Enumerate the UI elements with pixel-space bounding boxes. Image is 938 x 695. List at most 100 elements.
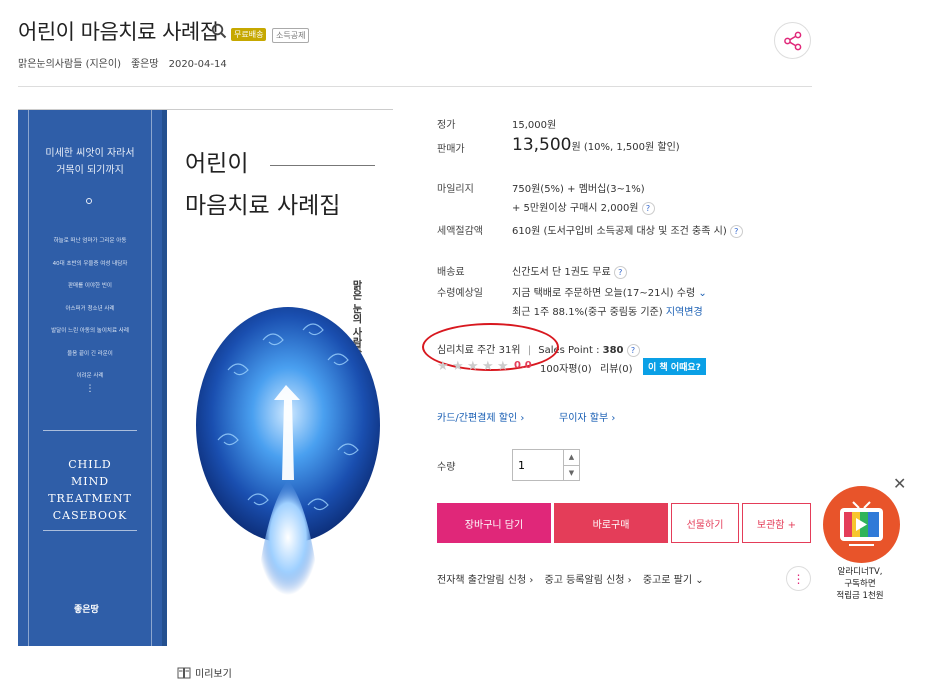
quantity-stepper: ▲ ▼ [512, 449, 580, 481]
cover-english-line: TREATMENT [48, 492, 132, 505]
cover-dot-icon [86, 198, 92, 204]
separator: | [527, 345, 532, 356]
bottom-links: 전자책 출간알림 신청 › 중고 등록알림 신청 › 중고로 팔기 ⌄ [437, 571, 712, 586]
rank-row: 심리치료 주간 31위 | Sales Point : 380? [437, 341, 640, 357]
list-price: 15,000원 [512, 120, 557, 131]
delivery-line1: 지금 택배로 주문하면 오늘(17~21시) 수령 [512, 288, 696, 299]
ebook-alert-link[interactable]: 전자책 출간알림 신청 › [437, 575, 533, 586]
cover-english-line: MIND [70, 475, 110, 488]
ad-line: 알라디너TV, [837, 567, 883, 577]
preview-button[interactable]: 미리보기 [177, 665, 232, 680]
shipping-value: 신간도서 단 1권도 무료 [512, 267, 611, 278]
cover-english-line: CASEBOOK [52, 509, 128, 522]
sale-price: 13,500 [512, 135, 572, 155]
tax-row: 610원 (도서구입비 소득공제 대상 및 조건 충족 시)? [512, 222, 743, 238]
cover-case-item: 울음 끝이 긴 라운이 [67, 350, 113, 357]
shipping-row: 신간도서 단 1권도 무료? [512, 263, 627, 279]
cover-title-line1: 어린이 [185, 151, 249, 177]
review-100-link[interactable]: 100자평(0) [540, 360, 592, 375]
tax-deduction-badge: 소득공제 [272, 28, 310, 43]
book-meta: 맑은눈의사람들 (지은이) 좋은땅 2020-04-14 [18, 55, 237, 70]
cover-tagline-line: 거목이 되기까지 [56, 165, 124, 176]
cover-case-item: 하늘로 떠난 엄마가 그리운 아동 [53, 238, 127, 244]
quantity-input[interactable] [513, 450, 563, 480]
used-alert-link[interactable]: 중고 등록알림 신청 › [545, 575, 632, 586]
cover-tagline: 미세한 씨앗이 자라서 거목이 되기까지 [18, 145, 162, 179]
cover-title-rule [270, 165, 375, 166]
cover-publisher-logo: 좋은땅 [74, 605, 99, 615]
region-change-link[interactable]: 지역변경 [666, 307, 703, 318]
list-price-label: 정가 [437, 120, 456, 131]
tax-help-icon[interactable]: ? [729, 224, 743, 238]
cover-case-item: 발달이 느린 아동의 놀이치료 사례 [51, 328, 129, 334]
mileage-line2-row: + 5만원이상 구매시 2,000원? [512, 199, 655, 215]
cover-spine-panel: 미세한 씨앗이 자라서 거목이 되기까지 하늘로 떠난 엄마가 그리운 아동 4… [18, 110, 162, 646]
sell-used-link[interactable]: 중고로 팔기 ⌄ [643, 575, 704, 586]
star-icon: ★ [482, 359, 494, 374]
how-about-book-button[interactable]: 이 책 어때요? [643, 358, 706, 375]
more-options-button[interactable]: ⋮ [786, 566, 811, 591]
save-to-wishlist-button[interactable]: 보관함 + [742, 503, 811, 543]
installment-link[interactable]: 무이자 할부 › [559, 409, 615, 424]
delivery-line2-row: 최근 1주 88.1%(중구 중림동 기준) 지역변경 [512, 303, 703, 318]
cover-english-title: CHILD MIND TREATMENT CASEBOOK [18, 456, 162, 524]
cover-english-line: CHILD [68, 458, 112, 471]
cover-case-list: 하늘로 떠난 엄마가 그리운 아동 40대 초반의 우울증 여성 내담자 판매를… [18, 230, 162, 388]
book-icon [177, 667, 191, 678]
card-discount-link[interactable]: 카드/간편결제 할인 › [437, 409, 524, 424]
cover-case-item: 아스퍼거 청소년 사례 [65, 305, 115, 312]
add-to-cart-button[interactable]: 장바구니 담기 [437, 503, 551, 543]
ad-line: 적립금 1천원 [836, 591, 884, 601]
mileage-line1: 750원(5%) + 멤버십(3~1%) [512, 184, 645, 195]
chevron-down-icon[interactable]: ⌄ [698, 288, 706, 299]
cover-ellipsis: ⋮ [85, 384, 95, 394]
sales-point-value: 380 [602, 345, 624, 356]
star-icon: ★ [497, 359, 509, 374]
sale-discount: (10%, 1,500원 할인) [583, 142, 680, 153]
delivery-line2: 최근 1주 88.1%(중구 중림동 기준) [512, 307, 663, 318]
rank-category-link[interactable]: 심리치료 주간 [437, 345, 495, 356]
shipping-label: 배송료 [437, 267, 465, 278]
cover-rule [43, 530, 137, 531]
tv-icon [840, 501, 883, 546]
header-divider [18, 86, 812, 87]
cover-spine-edge [162, 110, 167, 646]
page-title: 어린이 마음치료 사례집 [18, 20, 219, 44]
quantity-up-icon[interactable]: ▲ [564, 450, 579, 466]
quantity-down-icon[interactable]: ▼ [564, 466, 579, 481]
shipping-help-icon[interactable]: ? [613, 265, 627, 279]
quantity-label: 수량 [437, 462, 456, 473]
publish-date: 2020-04-14 [168, 59, 227, 70]
cover-rule [43, 430, 137, 431]
cover-case-item: 40대 초반의 우울증 여성 내담자 [52, 260, 128, 267]
delivery-row[interactable]: 지금 택배로 주문하면 오늘(17~21시) 수령 ⌄ [512, 284, 707, 299]
tax-value: 610원 (도서구입비 소득공제 대상 및 조건 충족 시) [512, 226, 727, 237]
rating-value: 0.0 [514, 360, 532, 371]
author-link[interactable]: 맑은눈의사람들 (지은이) [18, 59, 121, 70]
aladdin-tv-ad[interactable] [823, 486, 900, 563]
star-icon: ★ [437, 359, 449, 374]
ad-line: 구독하면 [844, 579, 876, 589]
publisher-link[interactable]: 좋은땅 [131, 59, 159, 70]
share-button[interactable] [774, 22, 811, 59]
sale-price-unit: 원 [571, 142, 581, 153]
free-shipping-badge: 무료배송 [231, 28, 267, 41]
rank-value: 31위 [498, 345, 521, 356]
search-icon[interactable] [211, 23, 227, 39]
book-cover[interactable]: 미세한 씨앗이 자라서 거목이 되기까지 하늘로 떠난 엄마가 그리운 아동 4… [18, 110, 393, 646]
sales-point-help-icon[interactable]: ? [626, 343, 640, 357]
cover-illustration [196, 307, 380, 595]
mileage-help-icon[interactable]: ? [641, 201, 655, 215]
cover-tagline-line: 미세한 씨앗이 자라서 [45, 148, 135, 159]
share-icon [783, 31, 801, 50]
buy-now-button[interactable]: 바로구매 [554, 503, 668, 543]
cover-case-item: 판매를 이야한 빈이 [68, 283, 112, 289]
cover-title-line2: 마음치료 사례집 [185, 193, 341, 219]
ad-text[interactable]: 알라디너TV, 구독하면 적립금 1천원 [820, 566, 900, 602]
mileage-line2: + 5만원이상 구매시 2,000원 [512, 203, 639, 214]
vertical-dots-icon: ⋮ [792, 571, 805, 586]
preview-label: 미리보기 [195, 669, 232, 680]
review-link[interactable]: 리뷰(0) [600, 360, 633, 375]
gift-button[interactable]: 선물하기 [671, 503, 739, 543]
mileage-label: 마일리지 [437, 184, 474, 195]
